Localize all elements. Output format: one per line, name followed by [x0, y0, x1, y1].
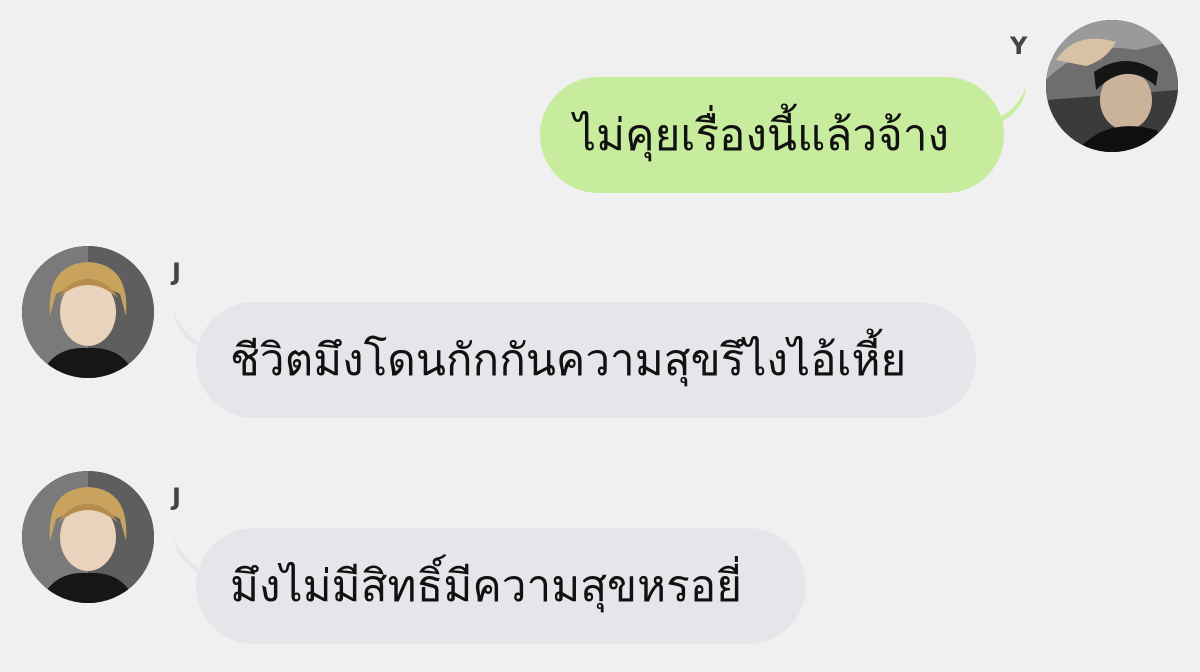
message-text: ชีวิตมึงโดนกักกันความสุขรึไงไอ้เหี้ย: [230, 335, 907, 386]
bubble-tail: [174, 312, 210, 348]
message-text: มึงไม่มีสิทธิ์มีความสุขหรอยี่: [230, 561, 742, 612]
message-bubble[interactable]: ชีวิตมึงโดนกักกันความสุขรึไงไอ้เหี้ย: [174, 302, 976, 418]
bubble-tail: [174, 538, 210, 574]
message-bubble[interactable]: มึงไม่มีสิทธิ์มีความสุขหรอยี่: [174, 528, 806, 644]
message-text: ไม่คุยเรื่องนี้แล้วจ้าง: [574, 110, 950, 161]
avatar-photo: [1046, 20, 1178, 152]
sender-name: Y: [1010, 32, 1028, 60]
chat-thread: Y ไม่คุยเรื่องนี้แล้วจ้าง J ชีวิตมึงโดนก…: [0, 0, 1200, 672]
avatar[interactable]: [22, 246, 154, 378]
avatar-photo: [22, 246, 154, 378]
avatar[interactable]: [1046, 20, 1178, 152]
sender-name: J: [172, 258, 181, 286]
bubble-tail: [990, 87, 1026, 123]
sender-name: J: [172, 483, 181, 511]
message-bubble[interactable]: ไม่คุยเรื่องนี้แล้วจ้าง: [540, 77, 1026, 193]
avatar-photo: [22, 471, 154, 603]
avatar[interactable]: [22, 471, 154, 603]
